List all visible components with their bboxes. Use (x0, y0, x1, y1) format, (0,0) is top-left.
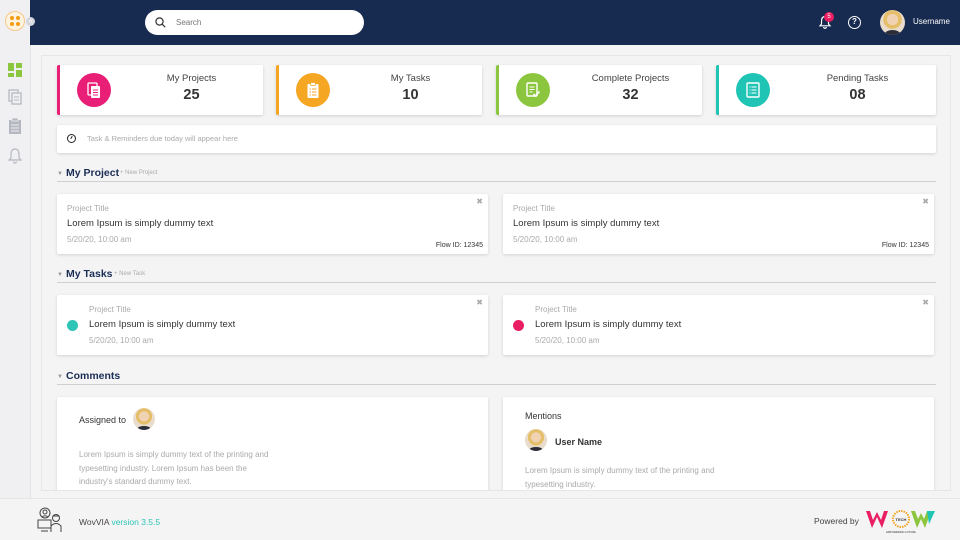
stat-value: 08 (849, 87, 866, 103)
grid-icon[interactable] (8, 62, 22, 78)
close-icon[interactable]: ✖ (922, 298, 929, 307)
bell-icon[interactable] (8, 148, 22, 164)
assigned-comment-card: Assigned to Lorem Ipsum is simply dummy … (57, 397, 488, 490)
project-date: 5/20/20, 10:00 am (513, 235, 578, 244)
close-icon[interactable]: ✖ (476, 197, 483, 206)
stat-card-pending-tasks[interactable]: Pending Tasks 08 (716, 65, 936, 115)
project-title-label: Project Title (535, 305, 577, 314)
stat-value: 32 (622, 87, 639, 103)
dashboard-panel: My Projects 25 My Tasks 10 Complete Proj… (41, 55, 951, 491)
stat-card-my-projects[interactable]: My Projects 25 (57, 65, 263, 115)
collapse-caret-icon[interactable]: ▼ (57, 171, 63, 177)
team-icon (37, 507, 62, 532)
collapse-caret-icon[interactable]: ▼ (57, 272, 63, 278)
task-date: 5/20/20, 10:00 am (89, 336, 154, 345)
project-card[interactable]: ✖ Project Title Lorem Ipsum is simply du… (503, 194, 934, 254)
new-task-button[interactable]: + New Task (114, 271, 145, 277)
stat-card-complete-projects[interactable]: Complete Projects 32 (496, 65, 702, 115)
documents-icon (77, 73, 111, 107)
flow-id: Flow ID: 12345 (435, 242, 483, 249)
app-version: WovVIA version 3.5.5 (79, 517, 160, 527)
section-title[interactable]: Comments (66, 370, 120, 382)
section-my-project: ▼ My Project + New Project (57, 167, 936, 182)
section-my-tasks: ▼ My Tasks + New Task (57, 268, 936, 283)
flow-id: Flow ID: 12345 (881, 242, 929, 249)
mention-user-avatar[interactable] (525, 429, 547, 451)
list-icon (736, 73, 770, 107)
search-input[interactable] (176, 18, 346, 27)
project-description: Lorem Ipsum is simply dummy text (513, 218, 660, 229)
close-icon[interactable]: ✖ (476, 298, 483, 307)
section-title[interactable]: My Project (66, 167, 119, 179)
stat-card-my-tasks[interactable]: My Tasks 10 (276, 65, 482, 115)
task-description: Lorem Ipsum is simply dummy text (89, 319, 236, 330)
stat-label: My Tasks (390, 73, 431, 84)
document-check-icon (516, 73, 550, 107)
brand-tagline: EMPOWERING FUTURE (886, 530, 916, 534)
task-card[interactable]: ✖ Project Title Lorem Ipsum is simply du… (503, 295, 934, 355)
comment-body: Lorem Ipsum is simply dummy text of the … (79, 450, 269, 486)
mentions-label: Mentions (525, 411, 562, 421)
new-project-button[interactable]: + New Project (120, 170, 158, 176)
section-title[interactable]: My Tasks (66, 268, 113, 280)
mention-user-name[interactable]: User Name (555, 437, 602, 447)
user-avatar[interactable] (880, 10, 905, 35)
clipboard-list-icon (296, 73, 330, 107)
project-description: Lorem Ipsum is simply dummy text (67, 218, 214, 229)
search-icon (155, 17, 166, 28)
footer: WovVIA version 3.5.5 Powered by TECH EMP… (0, 498, 960, 540)
version-number: version 3.5.5 (111, 517, 161, 527)
sidebar (0, 0, 31, 498)
task-card[interactable]: ✖ Project Title Lorem Ipsum is simply du… (57, 295, 488, 355)
project-card[interactable]: ✖ Project Title Lorem Ipsum is simply du… (57, 194, 488, 254)
comment-body: Lorem Ipsum is simply dummy text of the … (525, 466, 715, 489)
mentions-comment-card: Mentions User Name Lorem Ipsum is simply… (503, 397, 934, 490)
project-date: 5/20/20, 10:00 am (67, 235, 132, 244)
close-icon[interactable]: ✖ (922, 197, 929, 206)
search-bar[interactable] (145, 10, 364, 35)
section-comments: ▼ Comments (57, 370, 936, 385)
app-name: WovVIA (79, 517, 110, 527)
top-header: 5 ? Username (30, 0, 960, 45)
stat-label: Complete Projects (591, 73, 670, 84)
powered-by-label: Powered by (814, 516, 859, 526)
task-status-dot (513, 320, 524, 331)
reminder-bar: Task & Reminders due today will appear h… (57, 125, 936, 153)
stat-value: 10 (402, 87, 419, 103)
app-logo[interactable] (5, 11, 25, 31)
stat-value: 25 (183, 87, 200, 103)
clipboard-icon[interactable] (8, 118, 22, 134)
documents-icon[interactable] (8, 89, 22, 105)
stat-label: My Projects (166, 73, 217, 84)
assignee-avatar[interactable] (133, 408, 155, 430)
project-title-label: Project Title (89, 305, 131, 314)
task-status-dot (67, 320, 78, 331)
project-title-label: Project Title (513, 204, 555, 213)
assigned-to-label: Assigned to (79, 415, 127, 425)
collapse-caret-icon[interactable]: ▼ (57, 374, 63, 380)
help-icon[interactable]: ? (848, 16, 861, 29)
stat-label: Pending Tasks (826, 73, 889, 84)
task-date: 5/20/20, 10:00 am (535, 336, 600, 345)
wow-tech-logo: TECH EMPOWERING FUTURE (866, 510, 935, 534)
svg-text:TECH: TECH (896, 517, 907, 522)
notification-badge: 5 (824, 12, 834, 22)
task-description: Lorem Ipsum is simply dummy text (535, 319, 682, 330)
sidebar-collapse-button[interactable]: « (26, 17, 35, 26)
project-title-label: Project Title (67, 204, 109, 213)
reminder-text: Task & Reminders due today will appear h… (87, 134, 238, 143)
clock-icon (67, 134, 76, 143)
username-label[interactable]: Username (913, 17, 950, 26)
